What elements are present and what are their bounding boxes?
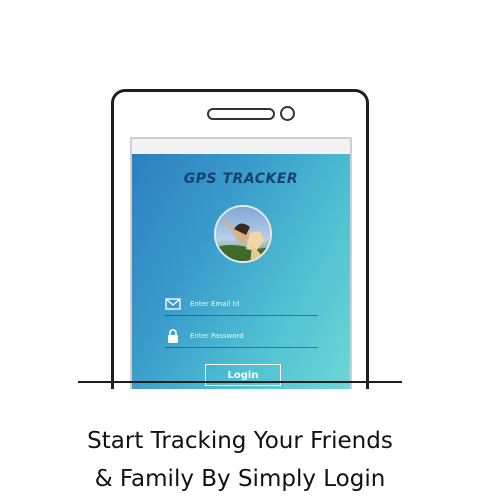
avatar-photo bbox=[216, 207, 270, 261]
password-input[interactable] bbox=[190, 329, 316, 343]
caption: Start Tracking Your Friends & Family By … bbox=[0, 422, 480, 498]
caption-line-1: Start Tracking Your Friends bbox=[87, 428, 393, 454]
email-input[interactable] bbox=[190, 297, 316, 311]
phone-speaker bbox=[207, 108, 275, 120]
lock-icon bbox=[168, 329, 178, 343]
phone-screen: GPS TRACKER Enter Email Id Login bbox=[130, 137, 352, 389]
envelope-icon bbox=[165, 298, 181, 310]
caption-line-2: & Family By Simply Login bbox=[94, 466, 386, 492]
password-field bbox=[165, 326, 318, 348]
avatar bbox=[214, 205, 272, 263]
ground-line bbox=[78, 381, 402, 383]
login-screen: GPS TRACKER Enter Email Id Login bbox=[132, 154, 350, 389]
phone-frame: GPS TRACKER Enter Email Id Login bbox=[111, 89, 369, 389]
email-field bbox=[165, 294, 318, 316]
app-title: GPS TRACKER bbox=[183, 171, 299, 187]
phone-camera bbox=[280, 106, 295, 121]
